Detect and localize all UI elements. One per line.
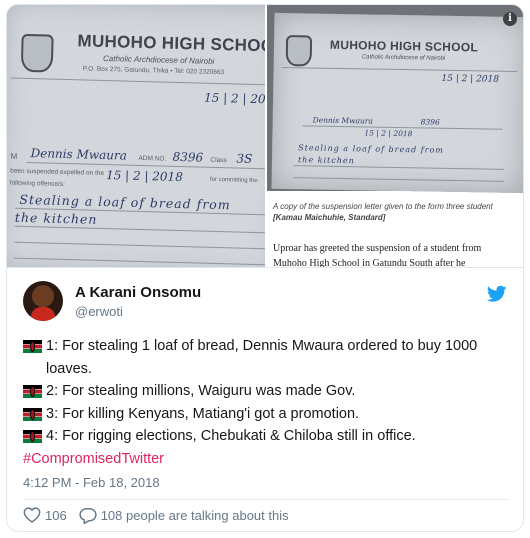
kenya-flag-icon bbox=[23, 340, 42, 353]
author-handle[interactable]: @erwoti bbox=[75, 304, 123, 319]
class-value: 3S bbox=[236, 151, 253, 166]
school-name: MUHOHO HIGH SCHOOL bbox=[77, 31, 265, 56]
offence-heading: following offence/s: bbox=[9, 179, 66, 188]
adm-number: 8396 bbox=[420, 117, 440, 127]
kenya-flag-icon bbox=[23, 385, 42, 398]
kenya-flag-icon bbox=[23, 430, 42, 443]
school-crest-icon bbox=[285, 35, 313, 67]
student-name: Dennis Mwaura bbox=[312, 115, 373, 126]
tweet-line-text: 1: For stealing 1 loaf of bread, Dennis … bbox=[46, 338, 478, 377]
student-label: M bbox=[10, 151, 18, 161]
offence-line-2: the kitchen bbox=[297, 155, 355, 166]
tweet-line: 1: For stealing 1 loaf of bread, Dennis … bbox=[23, 335, 513, 380]
suspension-date: 15 | 2 | 2018 bbox=[364, 128, 413, 139]
twitter-bird-icon[interactable] bbox=[487, 285, 507, 303]
author-name[interactable]: A Karani Onsomu bbox=[75, 284, 201, 301]
avatar[interactable] bbox=[23, 281, 63, 321]
committing-text: for committing the bbox=[209, 176, 258, 185]
class-label: Class bbox=[210, 156, 227, 165]
tweet-line-text: 2: For stealing millions, Waiguru was ma… bbox=[46, 383, 356, 399]
like-count: 106 bbox=[45, 507, 67, 523]
like-button[interactable]: 106 bbox=[23, 507, 67, 523]
student-name: Dennis Mwaura bbox=[30, 146, 128, 163]
tweet-timestamp[interactable]: 4:12 PM - Feb 18, 2018 bbox=[23, 475, 160, 490]
diocese-name: Catholic Archdiocese of Nairobi bbox=[102, 53, 215, 66]
letter-paper: MUHOHO HIGH SCHOOL Catholic Archdiocese … bbox=[271, 12, 523, 194]
divider bbox=[281, 66, 518, 73]
letter-date: 15 | 2 | 201 bbox=[203, 90, 265, 107]
suspension-letter-photo-left[interactable]: MUHOHO HIGH SCHOOL Catholic Archdiocese … bbox=[7, 5, 265, 267]
tweet-text: 1: For stealing 1 loaf of bread, Dennis … bbox=[23, 335, 513, 470]
reply-bubble-icon bbox=[79, 507, 97, 524]
tweet-line: 2: For stealing millions, Waiguru was ma… bbox=[23, 380, 513, 403]
tweet-line-text: 4: For rigging elections, Chebukati & Ch… bbox=[46, 428, 416, 444]
kenya-flag-icon bbox=[23, 407, 42, 421]
letter-paper: MUHOHO HIGH SCHOOL Catholic Archdiocese … bbox=[7, 5, 265, 267]
conversation-link[interactable]: 108 people are talking about this bbox=[79, 507, 289, 524]
tweet-media[interactable]: MUHOHO HIGH SCHOOL Catholic Archdiocese … bbox=[7, 5, 523, 268]
photo-caption: A copy of the suspension letter given to… bbox=[273, 201, 517, 223]
embedded-tweet-card[interactable]: MUHOHO HIGH SCHOOL Catholic Archdiocese … bbox=[6, 4, 524, 532]
suspension-text: been suspended expelled on the bbox=[10, 167, 105, 178]
letter-date: 15 | 2 | 2018 bbox=[441, 73, 500, 85]
adm-number: 8396 bbox=[172, 149, 204, 165]
article-snippet: Uproar has greeted the suspension of a s… bbox=[273, 243, 482, 267]
talking-count: 108 people are talking about this bbox=[100, 507, 289, 523]
adm-label: ADM NO. bbox=[138, 154, 167, 163]
tweet-line: 4: For rigging elections, Chebukati & Ch… bbox=[23, 425, 513, 448]
tweet-actions: 106 108 people are talking about this bbox=[23, 503, 301, 527]
tweet-line-text: 3: For killing Kenyans, Matiang'i got a … bbox=[46, 405, 360, 422]
divider bbox=[13, 257, 265, 266]
offence-line-2: the kitchen bbox=[14, 209, 98, 227]
divider bbox=[293, 177, 504, 182]
tweet-line: #CompromisedTwitter bbox=[23, 448, 513, 471]
divider bbox=[23, 499, 509, 500]
letter-photo-background: MUHOHO HIGH SCHOOL Catholic Archdiocese … bbox=[267, 5, 523, 194]
diocese-name: Catholic Archdiocese of Nairobi bbox=[361, 54, 446, 62]
tweet-line: 3: For killing Kenyans, Matiang'i got a … bbox=[23, 403, 513, 426]
info-icon[interactable]: i bbox=[503, 12, 517, 26]
caption-text: A copy of the suspension letter given to… bbox=[273, 202, 493, 211]
heart-icon bbox=[23, 507, 41, 523]
hashtag-link[interactable]: #CompromisedTwitter bbox=[23, 448, 164, 471]
school-crest-icon bbox=[20, 33, 54, 73]
school-name: MUHOHO HIGH SCHOOL bbox=[329, 37, 479, 55]
divider bbox=[293, 165, 504, 170]
divider bbox=[10, 77, 265, 86]
offence-line-1: Stealing a loaf of bread from bbox=[298, 143, 444, 155]
school-address: P.O. Box 275, Gatundu, Thika • Tel: 020 … bbox=[82, 65, 225, 77]
caption-credit: [Kamau Maichuhie, Standard] bbox=[273, 213, 386, 222]
divider bbox=[14, 241, 265, 250]
suspension-date: 15 | 2 | 2018 bbox=[105, 168, 183, 185]
news-article-image-right[interactable]: MUHOHO HIGH SCHOOL Catholic Archdiocese … bbox=[267, 5, 523, 267]
divider bbox=[14, 225, 265, 234]
tweet-header: A Karani Onsomu @erwoti bbox=[23, 281, 509, 325]
